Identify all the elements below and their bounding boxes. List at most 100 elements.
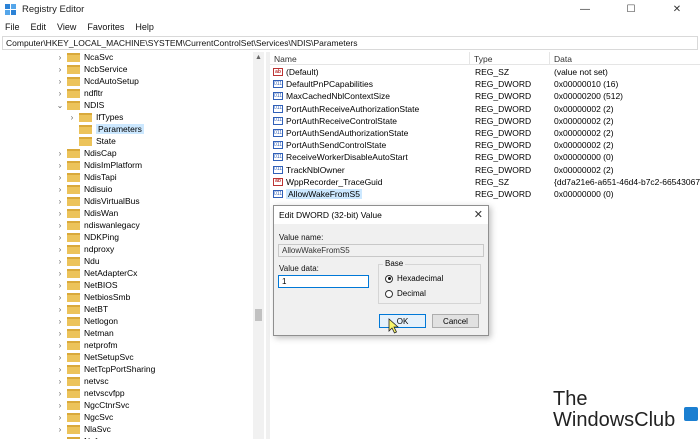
column-header-data[interactable]: Data [550,52,700,65]
close-button[interactable]: ✕ [654,0,700,19]
value-row[interactable]: 011 PortAuthSendAuthorizationState REG_DWO… [270,127,700,139]
tree-item[interactable]: › Netman [56,327,114,339]
value-row[interactable]: ab (Default) REG_SZ (value not set) [270,66,700,78]
tree-item[interactable]: › netvsc [56,375,109,387]
tree-item[interactable]: › NdisTapi [56,171,117,183]
tree-item[interactable]: › NcaSvc [56,52,114,63]
tree-item[interactable]: › Netlogon [56,315,118,327]
tree-item[interactable]: › NetBIOS [56,279,118,291]
scroll-up-arrow-icon[interactable]: ▲ [253,52,264,62]
chevron-right-icon[interactable]: › [56,399,64,411]
chevron-right-icon[interactable]: › [56,291,64,303]
chevron-right-icon[interactable]: › [56,279,64,291]
tree-item[interactable]: › NDKPing [56,231,119,243]
value-row[interactable]: 011 DefaultPnPCapabilities REG_DWORD 0x0000… [270,78,700,90]
chevron-right-icon[interactable]: › [56,387,64,399]
chevron-right-icon[interactable]: › [56,231,64,243]
chevron-right-icon[interactable]: › [56,195,64,207]
chevron-right-icon[interactable]: › [56,315,64,327]
chevron-right-icon[interactable]: › [56,375,64,387]
tree-item[interactable]: › IfTypes [68,111,124,123]
value-row[interactable]: 011 TrackNblOwner REG_DWORD 0x00000002 (2) [270,164,700,176]
tree-item[interactable]: › NetBT [56,303,108,315]
tree-item[interactable]: › NgcCtnrSvc [56,399,130,411]
value-row[interactable]: 011 MaxCachedNblContextSize REG_DWORD 0x000… [270,90,700,102]
value-row[interactable]: 011 PortAuthReceiveControlState REG_DWORD 0… [270,115,700,127]
address-bar[interactable]: Computer\HKEY_LOCAL_MACHINE\SYSTEM\Curre… [2,36,698,50]
cancel-button[interactable]: Cancel [432,314,479,328]
chevron-right-icon[interactable]: › [56,267,64,279]
scrollbar-thumb[interactable] [255,309,262,321]
chevron-right-icon[interactable]: › [56,327,64,339]
tree-item[interactable]: › NdisWan [56,207,119,219]
folder-icon [67,64,80,74]
menu-help[interactable]: Help [135,22,154,32]
tree-item-label: State [96,136,116,146]
tree-item[interactable]: › NetbiosSmb [56,291,131,303]
chevron-right-icon[interactable]: › [56,159,64,171]
chevron-right-icon[interactable]: › [56,219,64,231]
chevron-right-icon[interactable]: › [56,183,64,195]
tree-item[interactable]: › NcdAutoSetup [56,75,139,87]
tree-item[interactable]: › NlaSvc [56,423,111,435]
tree-item[interactable]: › ndfltr [56,87,103,99]
radio-hex-dot[interactable] [385,274,393,283]
value-row[interactable]: 011 PortAuthSendControlState REG_DWORD 0x00… [270,139,700,151]
tree-item[interactable]: › netprofm [56,339,118,351]
chevron-right-icon[interactable]: › [56,243,64,255]
chevron-right-icon[interactable]: › [68,111,76,123]
tree-item[interactable]: ⌄ NDIS [56,99,105,111]
menu-view[interactable]: View [57,22,76,32]
tree-item[interactable]: › NetSetupSvc [56,351,134,363]
chevron-right-icon[interactable]: › [56,171,64,183]
chevron-right-icon[interactable]: › [56,435,64,439]
tree-item[interactable]: Parameters [68,123,144,135]
value-data-input[interactable]: 1 [278,275,369,288]
chevron-right-icon[interactable]: › [56,411,64,423]
tree-item[interactable]: › Ndisuio [56,183,113,195]
value-row[interactable]: 011 PortAuthReceiveAuthorizationState REG_… [270,103,700,115]
chevron-right-icon[interactable]: › [56,147,64,159]
maximize-button[interactable]: ☐ [608,0,654,19]
tree-item[interactable]: › ndiswanlegacy [56,219,140,231]
tree-item[interactable]: › Ndu [56,255,100,267]
ok-button[interactable]: OK [379,314,426,328]
radio-hexadecimal[interactable]: Hexadecimal [385,274,443,283]
menu-file[interactable]: File [5,22,20,32]
tree-item[interactable]: › netvscvfpp [56,387,125,399]
chevron-right-icon[interactable]: › [56,207,64,219]
chevron-right-icon[interactable]: › [56,351,64,363]
value-row[interactable]: ab WppRecorder_TraceGuid REG_SZ {dd7a21e6-a… [270,176,700,188]
dialog-close-icon[interactable]: ✕ [474,208,483,221]
column-header-type[interactable]: Type [470,52,550,65]
radio-dec-dot[interactable] [385,289,393,298]
tree-scrollbar[interactable]: ▲ [253,52,264,439]
chevron-right-icon[interactable]: › [56,363,64,375]
column-header-name[interactable]: Name [270,52,470,65]
tree-item[interactable]: › NgcSvc [56,411,114,423]
chevron-right-icon[interactable]: › [56,52,64,63]
tree-item[interactable]: › NdisVirtualBus [56,195,140,207]
radio-decimal[interactable]: Decimal [385,289,426,298]
minimize-button[interactable]: — [562,0,608,19]
chevron-right-icon[interactable]: › [56,423,64,435]
tree-item[interactable]: › NetAdapterCx [56,267,138,279]
value-row[interactable]: 011 ReceiveWorkerDisableAutoStart REG_DWOR… [270,151,700,163]
chevron-right-icon[interactable]: › [56,339,64,351]
chevron-down-icon[interactable]: ⌄ [56,99,64,111]
tree-item[interactable]: › NetTcpPortSharing [56,363,156,375]
tree-item[interactable]: ›Npfs [56,435,101,439]
chevron-right-icon[interactable]: › [56,303,64,315]
value-row[interactable]: 011 AllowWakeFromS5 REG_DWORD 0x00000000 (0… [270,188,700,200]
tree-item[interactable]: › NcbService [56,63,128,75]
chevron-right-icon[interactable]: › [56,75,64,87]
menu-favorites[interactable]: Favorites [87,22,124,32]
chevron-right-icon[interactable]: › [56,87,64,99]
menu-edit[interactable]: Edit [31,22,47,32]
tree-item[interactable]: › NdisCap [56,147,117,159]
chevron-right-icon[interactable]: › [56,63,64,75]
tree-item[interactable]: › ndproxy [56,243,115,255]
tree-item[interactable]: State [68,135,116,147]
chevron-right-icon[interactable]: › [56,255,64,267]
tree-item[interactable]: › NdisImPlatform [56,159,142,171]
